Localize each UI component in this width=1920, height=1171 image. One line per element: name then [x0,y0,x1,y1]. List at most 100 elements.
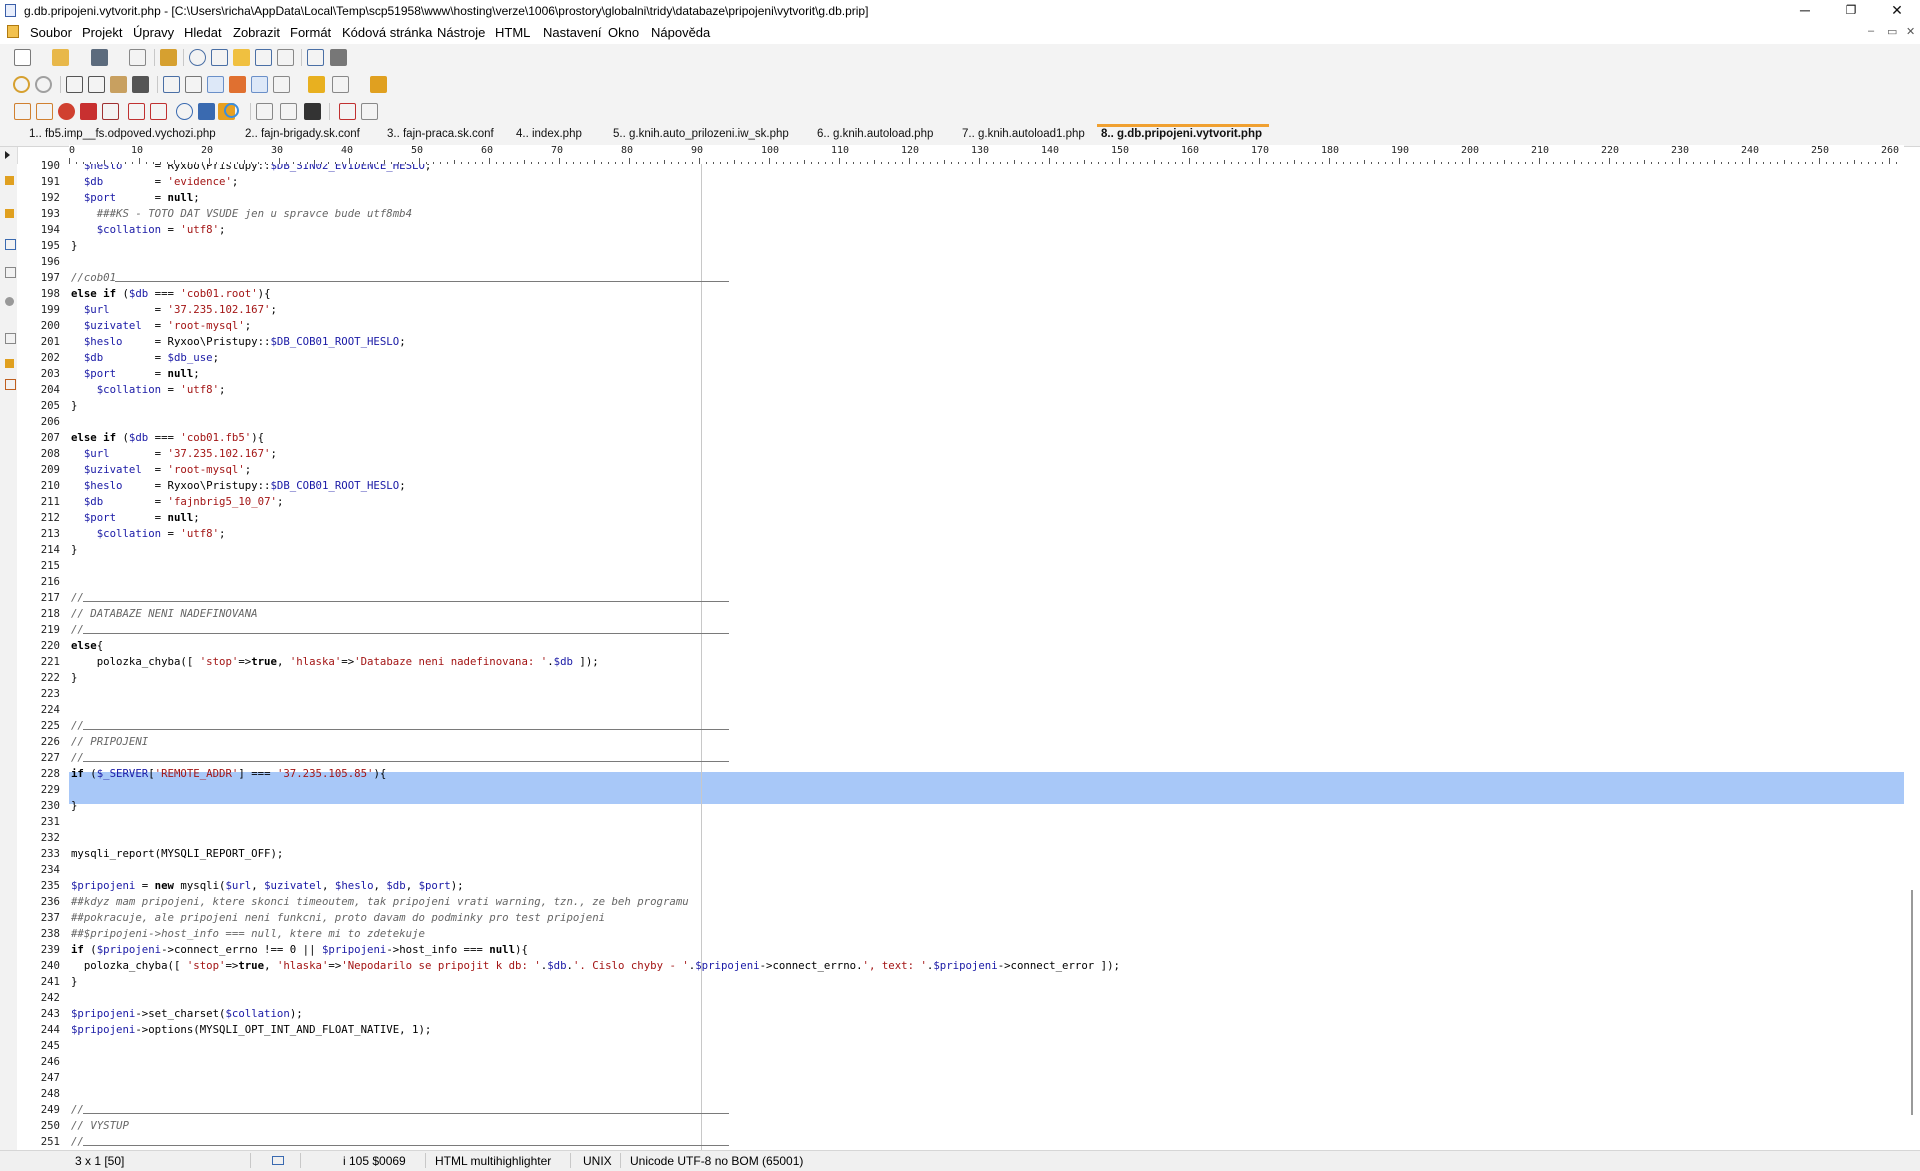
cut-icon[interactable] [66,76,83,93]
explorer-panel-icon[interactable] [5,267,16,278]
delete-icon[interactable] [132,76,149,93]
undo-icon[interactable] [13,76,30,93]
code-line[interactable]: polozka_chyba([ 'stop'=>true, 'hlaska'=>… [71,654,599,670]
bracket-match-icon[interactable] [255,49,272,66]
code-line[interactable]: $db = 'fajnbrig5_10_07'; [71,494,284,510]
log-panel-icon[interactable] [5,379,16,390]
menu-nastaveni[interactable]: Nastavení [543,25,602,40]
search-panel-icon[interactable] [5,359,14,368]
code-line[interactable]: // [71,590,84,606]
code-line[interactable]: if ($_SERVER['REMOTE_ADDR'] === '37.235.… [71,766,386,782]
code-line[interactable]: $db = $db_use; [71,350,219,366]
spelling-icon[interactable] [332,76,349,93]
mdi-restore-button[interactable]: ▭ [1887,25,1897,38]
menu-soubor[interactable]: Soubor [30,25,72,40]
code-line[interactable]: ##pokracuje, ale pripojeni neni funkcni,… [71,910,605,926]
code-line[interactable]: polozka_chyba([ 'stop'=>true, 'hlaska'=>… [71,958,1120,974]
code-line[interactable]: ###KS - TOTO DAT VSUDE jen u spravce bud… [71,206,412,222]
color-picker-icon[interactable] [58,103,75,120]
console-icon[interactable] [304,103,321,120]
code-line[interactable]: } [71,542,77,558]
tab-g-knih-autoload1[interactable]: 7.. g.knih.autoload1.php [962,128,1085,140]
menu-nastroje[interactable]: Nástroje [437,25,485,40]
html-tag-icon[interactable] [14,103,31,120]
code-line[interactable]: $pripojeni->options(MYSQLI_OPT_INT_AND_F… [71,1022,431,1038]
scrollbar-thumb[interactable] [1911,890,1913,1115]
close-button[interactable]: ✕ [1874,0,1920,22]
project-icon[interactable] [160,49,177,66]
encoding[interactable]: Unicode UTF-8 no BOM (65001) [630,1154,803,1168]
project-panel-icon[interactable] [5,176,14,185]
tab-g-db-pripojeni-vytvorit[interactable]: 8.. g.db.pripojeni.vytvorit.php [1101,128,1262,140]
code-explorer-icon[interactable] [273,76,290,93]
open-folder-icon[interactable] [52,49,69,66]
tab-g-knih-autoload[interactable]: 6.. g.knih.autoload.php [817,128,933,140]
new-file-icon[interactable] [14,49,31,66]
line-ending[interactable]: UNIX [583,1154,612,1168]
menu-napoveda[interactable]: Nápověda [651,25,710,40]
redo-icon[interactable] [35,76,52,93]
record-macro-icon[interactable] [339,103,356,120]
search-icon[interactable] [189,49,206,66]
code-line[interactable]: $port = null; [71,510,200,526]
code-line[interactable]: // [71,622,84,638]
clip-panel-icon[interactable] [5,239,16,250]
validate-icon[interactable] [198,103,215,120]
code-line[interactable]: } [71,974,77,990]
code-line[interactable]: $pripojeni->set_charset($collation); [71,1006,303,1022]
search-in-files-icon[interactable] [233,49,250,66]
code-line[interactable]: $heslo = Ryxoo\Pristupy::$DB_COB01_ROOT_… [71,478,406,494]
menu-html[interactable]: HTML [495,25,530,40]
save-icon[interactable] [91,49,108,66]
code-line[interactable]: $port = null; [71,366,200,382]
menu-hledat[interactable]: Hledat [184,25,222,40]
highlighter-name[interactable]: HTML multihighlighter [435,1154,551,1168]
code-line[interactable]: $uzivatel = 'root-mysql'; [71,318,251,334]
sync-edit-icon[interactable] [229,76,246,93]
lock-icon[interactable] [308,76,325,93]
code-line[interactable]: $collation = 'utf8'; [71,222,226,238]
code-line[interactable]: // [71,1134,84,1150]
code-line[interactable]: else if ($db === 'cob01.fb5'){ [71,430,264,446]
tab-fajn-praca[interactable]: 3.. fajn-praca.sk.conf [387,128,494,140]
html-text-icon[interactable] [102,103,119,120]
copy-icon[interactable] [88,76,105,93]
code-line[interactable]: // DATABAZE NENI NADEFINOVANA [71,606,258,622]
code-line[interactable]: $collation = 'utf8'; [71,382,226,398]
code-line[interactable]: // PRIPOJENI [71,734,148,750]
show-whitespace-icon[interactable] [185,76,202,93]
word-wrap-icon[interactable] [163,76,180,93]
code-line[interactable]: // [71,1102,84,1118]
tab-fajn-brigady[interactable]: 2.. fajn-brigady.sk.conf [245,128,360,140]
files-panel-icon[interactable] [5,209,14,218]
code-line[interactable]: //cob01 [71,270,116,286]
code-line[interactable]: $heslo = Ryxoo\Pristupy::$DB_SIN02_EVIDE… [71,164,432,174]
menu-okno[interactable]: Okno [608,25,639,40]
save-all-icon[interactable] [129,49,146,66]
code-line[interactable]: else{ [71,638,103,654]
line-numbers-icon[interactable] [207,76,224,93]
pin-icon[interactable] [370,76,387,93]
play-macro-icon[interactable] [361,103,378,120]
code-line[interactable]: // [71,750,84,766]
menu-projekt[interactable]: Projekt [82,25,122,40]
code-editor[interactable]: $heslo = Ryxoo\Pristupy::$DB_SIN02_EVIDE… [69,164,1904,1150]
code-line[interactable]: mysqli_report(MYSQLI_REPORT_OFF); [71,846,283,862]
column-block-icon[interactable] [251,76,268,93]
code-line[interactable]: $heslo = Ryxoo\Pristupy::$DB_COB01_ROOT_… [71,334,406,350]
code-line[interactable]: } [71,670,77,686]
print-icon[interactable] [330,49,347,66]
code-line[interactable]: } [71,798,77,814]
code-line[interactable]: // [71,718,84,734]
code-line[interactable]: } [71,238,77,254]
image-icon[interactable] [80,103,97,120]
code-line[interactable]: $uzivatel = 'root-mysql'; [71,462,251,478]
code-line[interactable]: // VYSTUP [71,1118,129,1134]
paste-icon[interactable] [110,76,127,93]
menu-format[interactable]: Formát [290,25,331,40]
minimize-button[interactable]: ─ [1782,0,1828,22]
menu-kodova-stranka[interactable]: Kódová stránka [342,25,432,40]
menu-zobrazit[interactable]: Zobrazit [233,25,280,40]
code-line[interactable]: else if ($db === 'cob01.root'){ [71,286,271,302]
tab-fb5-imp[interactable]: 1.. fb5.imp__fs.odpoved.vychozi.php [29,128,216,140]
